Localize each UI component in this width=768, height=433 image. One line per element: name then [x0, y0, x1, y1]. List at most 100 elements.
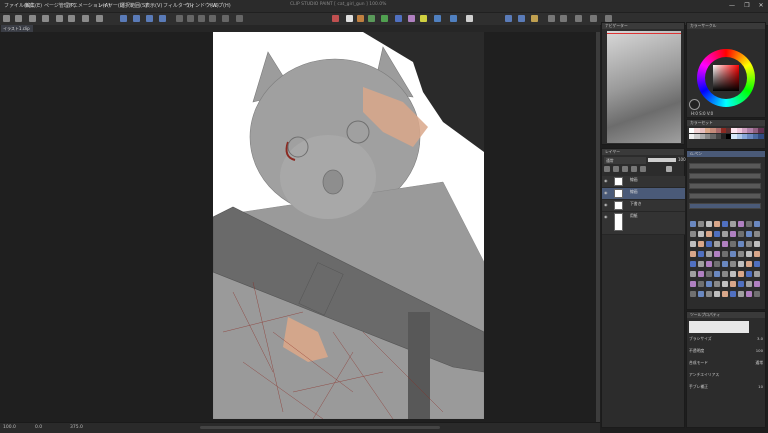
layer-row[interactable]: ◉ 線画 [602, 176, 685, 188]
sub-tool-icon[interactable] [730, 231, 736, 237]
pen-opacity-bar[interactable] [689, 173, 761, 179]
prop-antialiasing[interactable]: アンチエイリアス [689, 372, 763, 380]
minimize-button[interactable]: — [725, 1, 739, 10]
pen-aa-bar[interactable] [689, 193, 761, 199]
sub-tool-icon[interactable] [690, 251, 696, 257]
sub-tool-icon[interactable] [698, 291, 704, 297]
eye-icon[interactable]: ◉ [604, 191, 609, 195]
menu-help[interactable]: ヘルプ(H) [208, 2, 231, 9]
pen-texture-bar[interactable] [689, 203, 761, 209]
close-button[interactable]: ✕ [754, 1, 768, 10]
undo-icon[interactable] [56, 15, 63, 22]
sub-tool-icon[interactable] [754, 291, 760, 297]
pen-icon[interactable] [346, 15, 353, 22]
prop-opacity[interactable]: 不透明度 100 [689, 348, 763, 356]
sub-tool-icon[interactable] [714, 291, 720, 297]
sub-tool-icon[interactable] [698, 221, 704, 227]
zoom-out-icon[interactable] [605, 15, 612, 22]
sub-tool-icon[interactable] [730, 261, 736, 267]
sub-tool-icon[interactable] [714, 231, 720, 237]
new-file-icon[interactable] [3, 15, 10, 22]
layer-row-paper[interactable]: ◉ 用紙 [602, 212, 685, 235]
sub-tool-icon[interactable] [706, 281, 712, 287]
hue-ring[interactable] [697, 49, 755, 107]
sub-tool-icon[interactable] [746, 281, 752, 287]
eye-icon[interactable]: ◉ [604, 215, 609, 219]
sub-tool-icon[interactable] [722, 271, 728, 277]
sub-tool-icon[interactable] [738, 291, 744, 297]
prop-blend-mode[interactable]: 合成モード 通常 [689, 360, 763, 368]
sub-tool-icon[interactable] [746, 271, 752, 277]
sub-tool-icon[interactable] [754, 231, 760, 237]
sub-tool-icon[interactable] [714, 271, 720, 277]
sub-tool-icon[interactable] [698, 251, 704, 257]
sub-tool-icon[interactable] [746, 291, 752, 297]
cut-icon[interactable] [82, 15, 89, 22]
sub-tool-icon[interactable] [754, 281, 760, 287]
open-file-icon[interactable] [15, 15, 22, 22]
sub-tool-icon[interactable] [738, 221, 744, 227]
sub-tool-icon[interactable] [690, 261, 696, 267]
sub-tool-icon[interactable] [738, 281, 744, 287]
figure-icon[interactable] [408, 15, 415, 22]
balloon-icon[interactable] [434, 15, 441, 22]
sub-tool-icon[interactable] [730, 251, 736, 257]
sub-tool-icon[interactable] [706, 291, 712, 297]
layer-row-selected[interactable]: ◉ 線画 [602, 188, 685, 200]
sub-tool-icon[interactable] [738, 231, 744, 237]
snap-grid-icon[interactable] [187, 15, 194, 22]
sub-tool-icon[interactable] [714, 281, 720, 287]
sub-tool-icon[interactable] [738, 261, 744, 267]
pencil-icon[interactable] [357, 15, 364, 22]
sub-tool-icon[interactable] [722, 251, 728, 257]
eye-icon[interactable]: ◉ [604, 203, 609, 207]
mask-icon[interactable] [631, 166, 637, 172]
navigator-viewport[interactable] [607, 33, 681, 34]
saturation-value-square[interactable] [713, 65, 739, 91]
sub-tool-icon[interactable] [722, 221, 728, 227]
sub-tool-icon[interactable] [730, 271, 736, 277]
brush-icon[interactable] [368, 15, 375, 22]
flip-icon[interactable] [575, 15, 582, 22]
sub-tool-icon[interactable] [722, 261, 728, 267]
maximize-button[interactable]: ❐ [740, 1, 754, 10]
sub-tool-icon[interactable] [706, 241, 712, 247]
merge-icon[interactable] [640, 166, 646, 172]
new-vector-layer-icon[interactable] [613, 166, 619, 172]
snap-guide-icon[interactable] [198, 15, 205, 22]
sub-tool-icon[interactable] [754, 261, 760, 267]
sub-tool-icon[interactable] [722, 291, 728, 297]
sub-tool-icon[interactable] [738, 241, 744, 247]
deselect-icon[interactable] [133, 15, 140, 22]
sub-tool-icon[interactable] [690, 231, 696, 237]
sub-tool-icon[interactable] [714, 261, 720, 267]
main-color-swatch[interactable] [689, 99, 700, 110]
canvas-area[interactable] [0, 32, 596, 422]
document-tab[interactable]: イラスト1.clip [1, 25, 33, 32]
sub-tool-icon[interactable] [738, 271, 744, 277]
sub-tool-icon[interactable] [746, 221, 752, 227]
reference-icon[interactable] [518, 15, 525, 22]
sub-tool-icon[interactable] [746, 261, 752, 267]
sub-tool-icon[interactable] [698, 261, 704, 267]
sub-tool-icon[interactable] [746, 241, 752, 247]
new-layer-icon[interactable] [604, 166, 610, 172]
sub-tool-icon[interactable] [722, 231, 728, 237]
delete-layer-icon[interactable] [666, 166, 672, 172]
new-folder-icon[interactable] [622, 166, 628, 172]
lock-icon[interactable] [531, 15, 538, 22]
invert-selection-icon[interactable] [146, 15, 153, 22]
sub-tool-icon[interactable] [754, 271, 760, 277]
color-swatch[interactable] [757, 128, 764, 133]
drawing-canvas[interactable] [213, 32, 484, 419]
eraser-icon[interactable] [466, 15, 473, 22]
zoom-value[interactable]: 100.0 [3, 425, 16, 430]
sub-tool-icon[interactable] [746, 251, 752, 257]
sub-tool-icon[interactable] [706, 221, 712, 227]
sub-tool-icon[interactable] [730, 291, 736, 297]
sub-tool-icon[interactable] [738, 251, 744, 257]
prop-stabilization[interactable]: 手ブレ補正 10 [689, 384, 763, 392]
layer-row[interactable]: ◉ 下書き [602, 200, 685, 212]
sub-tool-icon[interactable] [690, 291, 696, 297]
color-dropper-icon[interactable] [332, 15, 339, 22]
